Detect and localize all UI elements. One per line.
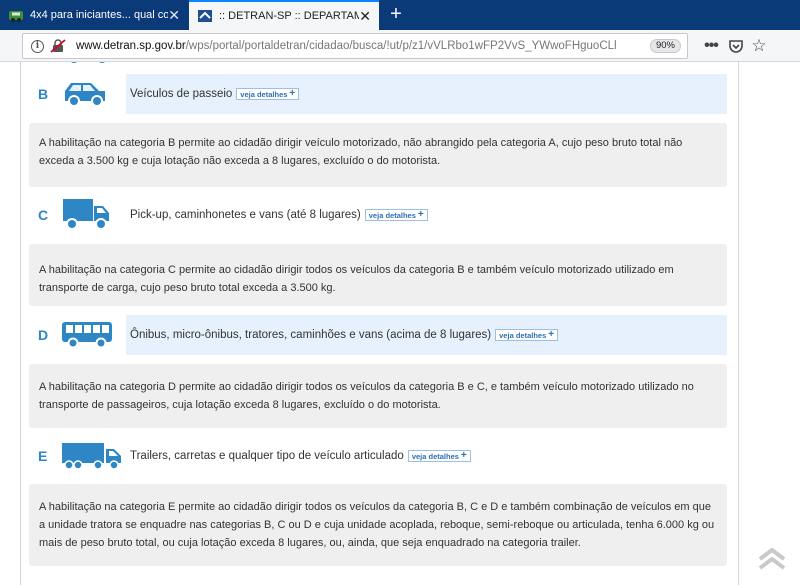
- plus-icon: +: [289, 88, 296, 99]
- category-description-text: Ônibus, micro-ônibus, tratores, caminhõe…: [130, 329, 492, 341]
- pocket-icon[interactable]: [727, 37, 745, 55]
- category-row-c: C Pick-up, caminhonetes e vans (até 8 lu…: [27, 195, 727, 235]
- details-button[interactable]: veja detalhes +: [495, 329, 559, 341]
- new-tab-plus-icon[interactable]: +: [386, 3, 406, 25]
- category-description-text: Veículos de passeio: [130, 88, 233, 100]
- details-button[interactable]: veja detalhes +: [407, 450, 471, 462]
- category-letter: C: [38, 207, 49, 223]
- tab-title: :: DETRAN-SP :: DEPARTAMENTO: [219, 10, 359, 22]
- category-letter: D: [38, 327, 49, 343]
- url-text[interactable]: www.detran.sp.gov.br/wps/portal/portalde…: [76, 40, 616, 52]
- bus-icon: [62, 322, 112, 349]
- url-host: www.detran.sp.gov.br: [76, 40, 186, 52]
- category-description: Trailers, carretas e qualquer tipo de ve…: [126, 436, 727, 476]
- details-button[interactable]: veja detalhes +: [236, 88, 300, 100]
- details-label: veja detalhes: [411, 451, 459, 461]
- page-actions-more-icon[interactable]: •••: [702, 37, 720, 55]
- close-tab-icon[interactable]: ✕: [359, 9, 371, 23]
- articulated-truck-icon: [62, 443, 121, 470]
- content-frame-right: [738, 62, 739, 585]
- category-row-b: B Veículos de passeio veja detalhes +: [27, 74, 727, 114]
- plus-icon: +: [417, 209, 424, 220]
- site-info-icon[interactable]: i: [31, 39, 44, 53]
- details-label: veja detalhes: [368, 210, 416, 220]
- category-letter: E: [38, 448, 48, 464]
- category-description: Veículos de passeio veja detalhes +: [126, 74, 727, 114]
- car-icon: [65, 83, 105, 107]
- category-row-e: E Trailers, carretas e qualquer tipo de …: [27, 436, 727, 476]
- plus-icon: +: [548, 329, 555, 340]
- tab-4x4-forum[interactable]: 4x4 para iniciantes... qual compra ✕: [0, 0, 188, 30]
- page-content: B Veículos de passeio veja detalhes + A h…: [0, 62, 800, 585]
- zoom-level-badge[interactable]: 90%: [649, 39, 681, 53]
- address-bar[interactable]: i www.detran.sp.gov.br/wps/portal/portal…: [22, 33, 688, 59]
- url-path: /wps/portal/portaldetran/cidadao/busca/!…: [185, 40, 616, 52]
- details-button[interactable]: veja detalhes +: [364, 209, 428, 221]
- detran-favicon-icon: [198, 10, 212, 22]
- category-description-text: Pick-up, caminhonetes e vans (até 8 luga…: [130, 209, 361, 221]
- navigation-bar: i www.detran.sp.gov.br/wps/portal/portal…: [0, 30, 800, 62]
- category-e-info: A habilitação na categoria E permite ao …: [29, 484, 727, 566]
- content-frame-left: [20, 62, 21, 585]
- tab-title: 4x4 para iniciantes... qual compra: [30, 9, 169, 21]
- forum-favicon-icon: [9, 11, 23, 22]
- category-description: Ônibus, micro-ônibus, tratores, caminhõe…: [126, 315, 727, 355]
- category-letter: B: [38, 86, 49, 102]
- close-tab-icon[interactable]: ✕: [168, 8, 180, 22]
- truck-icon: [63, 199, 109, 230]
- insecure-lock-icon[interactable]: [50, 39, 66, 53]
- tab-bar: 4x4 para iniciantes... qual compra ✕ :: …: [0, 0, 800, 30]
- category-row-d: D Ônibus, micro-ônibus, tratores, caminh…: [27, 315, 727, 355]
- bookmark-star-icon[interactable]: ☆: [750, 36, 768, 55]
- scroll-to-top-icon[interactable]: [757, 547, 787, 571]
- category-description: Pick-up, caminhonetes e vans (até 8 luga…: [126, 195, 727, 235]
- details-label: veja detalhes: [240, 89, 288, 99]
- motorcycle-icon-partial: [71, 62, 105, 63]
- category-b-info: A habilitação na categoria B permite ao …: [29, 123, 727, 187]
- plus-icon: +: [460, 450, 467, 461]
- category-description-text: Trailers, carretas e qualquer tipo de ve…: [130, 450, 404, 462]
- details-label: veja detalhes: [499, 330, 547, 340]
- tab-detran[interactable]: :: DETRAN-SP :: DEPARTAMENTO ✕: [189, 0, 379, 30]
- category-d-info: A habilitação na categoria D permite ao …: [29, 364, 727, 428]
- category-c-info: A habilitação na categoria C permite ao …: [29, 244, 727, 306]
